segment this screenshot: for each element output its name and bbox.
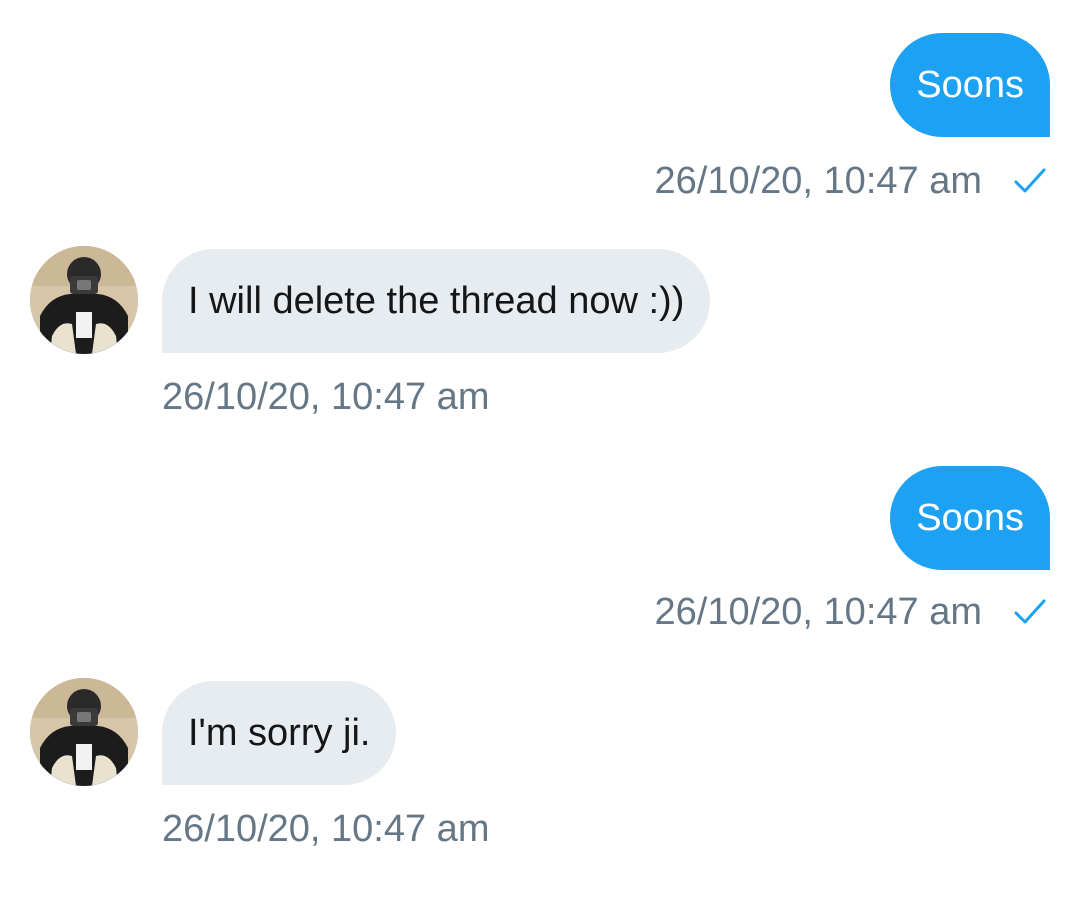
message-bubble-outgoing[interactable]: Soons [890,33,1050,137]
message-timestamp: 26/10/20, 10:47 am [654,159,982,202]
message-timestamp: 26/10/20, 10:47 am [162,376,490,418]
check-icon [1012,163,1048,199]
message-thread: Soons 26/10/20, 10:47 am I will delete t… [0,0,1080,901]
message-timestamp: 26/10/20, 10:47 am [654,590,982,633]
avatar-image [30,678,138,786]
message-meta: 26/10/20, 10:47 am [655,156,1048,206]
message-timestamp: 26/10/20, 10:47 am [162,808,490,850]
avatar-image [30,246,138,354]
avatar[interactable] [30,246,138,354]
check-icon [1012,594,1048,630]
message-bubble-incoming[interactable]: I'm sorry ji. [162,681,397,785]
message-bubble-incoming[interactable]: I will delete the thread now :)) [162,249,711,353]
message-meta: 26/10/20, 10:47 am [655,587,1048,637]
avatar[interactable] [30,678,138,786]
message-bubble-outgoing[interactable]: Soons [890,466,1050,570]
